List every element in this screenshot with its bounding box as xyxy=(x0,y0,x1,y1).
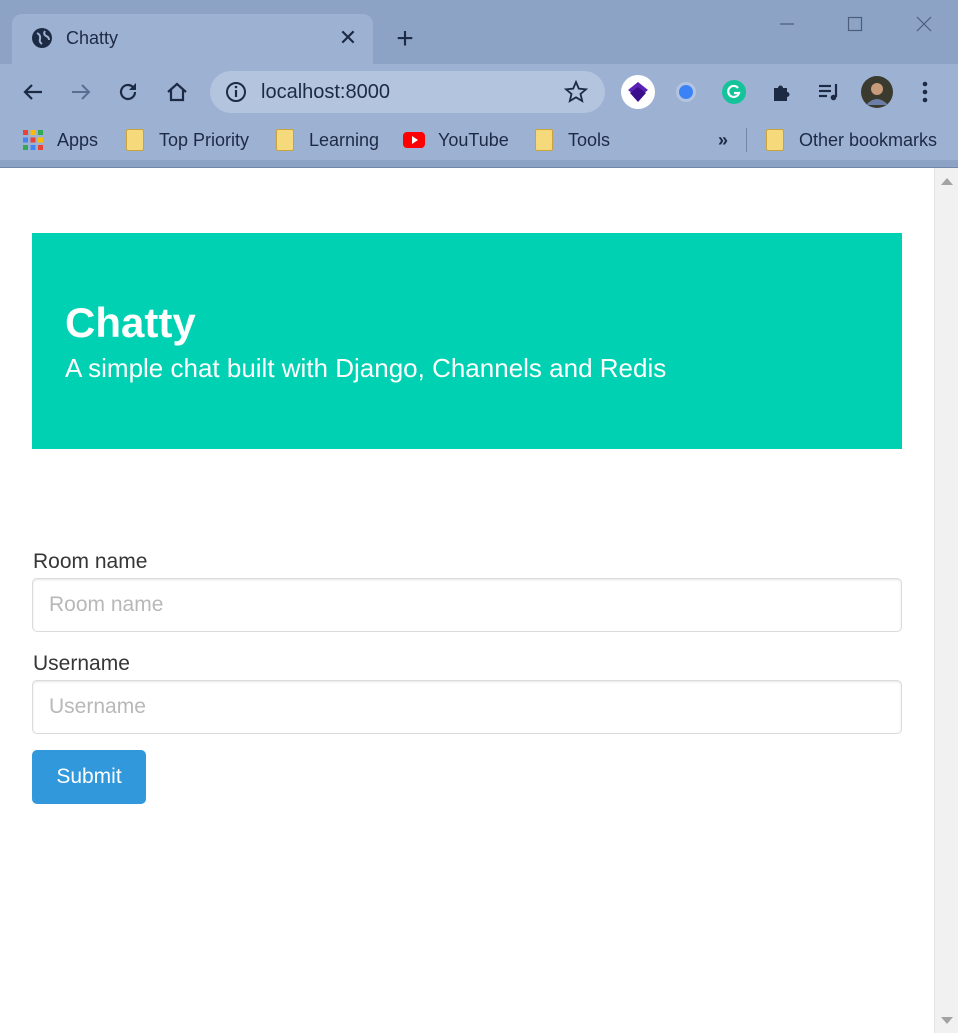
bookmark-label: YouTube xyxy=(438,129,509,150)
page-title: Chatty xyxy=(65,299,196,346)
blue-dot-extension-icon[interactable] xyxy=(668,74,704,110)
window-close-icon[interactable] xyxy=(901,6,947,42)
bookmark-apps[interactable]: Apps xyxy=(22,126,98,154)
folder-icon xyxy=(124,129,146,151)
bookmark-label: Top Priority xyxy=(159,129,250,150)
vertical-scrollbar[interactable] xyxy=(934,168,958,1033)
folder-icon xyxy=(274,129,296,151)
bookmark-label: Other bookmarks xyxy=(799,129,938,150)
bookmarks-overflow-icon[interactable]: » xyxy=(718,126,728,154)
reload-icon[interactable] xyxy=(110,74,146,110)
scroll-down-icon[interactable] xyxy=(941,1017,953,1024)
room-name-label: Room name xyxy=(33,550,148,573)
page-subtitle: A simple chat built with Django, Channel… xyxy=(65,353,667,383)
forward-arrow-icon[interactable] xyxy=(63,74,99,110)
new-tab-button[interactable]: + xyxy=(391,24,419,54)
apps-grid-icon xyxy=(22,129,44,151)
bookmark-label: Tools xyxy=(568,129,611,150)
bookmark-learning[interactable]: Learning xyxy=(274,126,379,154)
username-label: Username xyxy=(33,652,130,675)
maximize-icon[interactable] xyxy=(832,6,878,42)
media-queue-icon[interactable] xyxy=(811,74,847,110)
grammarly-icon[interactable] xyxy=(716,74,752,110)
username-input[interactable] xyxy=(32,680,902,734)
bookmark-label: Apps xyxy=(57,129,99,150)
avatar[interactable] xyxy=(859,74,895,110)
room-name-input[interactable] xyxy=(32,578,902,632)
bookmark-top-priority[interactable]: Top Priority xyxy=(124,126,249,154)
scroll-up-icon[interactable] xyxy=(941,178,953,185)
hero-banner: Chatty A simple chat built with Django, … xyxy=(32,233,902,449)
folder-icon xyxy=(764,129,786,151)
globe-icon xyxy=(31,27,53,49)
tab-close-icon[interactable]: ✕ xyxy=(336,25,360,50)
bookmark-label: Learning xyxy=(309,129,380,150)
extensions-puzzle-icon[interactable] xyxy=(764,74,800,110)
browser-tab[interactable]: Chatty ✕ xyxy=(12,14,373,66)
bookmark-youtube[interactable]: YouTube xyxy=(403,126,509,154)
site-info-icon[interactable] xyxy=(224,80,248,104)
home-icon[interactable] xyxy=(159,74,195,110)
bookmarks-divider xyxy=(746,128,747,152)
bookmark-star-icon[interactable] xyxy=(563,79,589,104)
address-bar[interactable]: localhost:8000 xyxy=(210,71,605,113)
bookmarks-bar: Apps Top Priority Learning YouTube Tools… xyxy=(0,120,958,160)
bookmark-other[interactable]: Other bookmarks xyxy=(764,126,937,154)
back-arrow-icon[interactable] xyxy=(15,74,51,110)
youtube-icon xyxy=(403,129,425,151)
submit-button[interactable]: Submit xyxy=(32,750,146,804)
layers-extension-icon[interactable] xyxy=(620,74,656,110)
bookmark-tools[interactable]: Tools xyxy=(533,126,610,154)
address-url: localhost:8000 xyxy=(261,81,390,103)
chrome-menu-icon[interactable] xyxy=(907,74,943,110)
tab-title: Chatty xyxy=(66,28,119,48)
page-viewport: Chatty A simple chat built with Django, … xyxy=(0,168,934,1033)
browser-chrome: Chatty ✕ + localhost:8000 Apps Top Prior… xyxy=(0,0,958,168)
folder-icon xyxy=(533,129,555,151)
tab-strip: Chatty ✕ + xyxy=(0,0,958,66)
browser-toolbar: localhost:8000 xyxy=(0,64,958,120)
minimize-icon[interactable] xyxy=(764,6,810,42)
